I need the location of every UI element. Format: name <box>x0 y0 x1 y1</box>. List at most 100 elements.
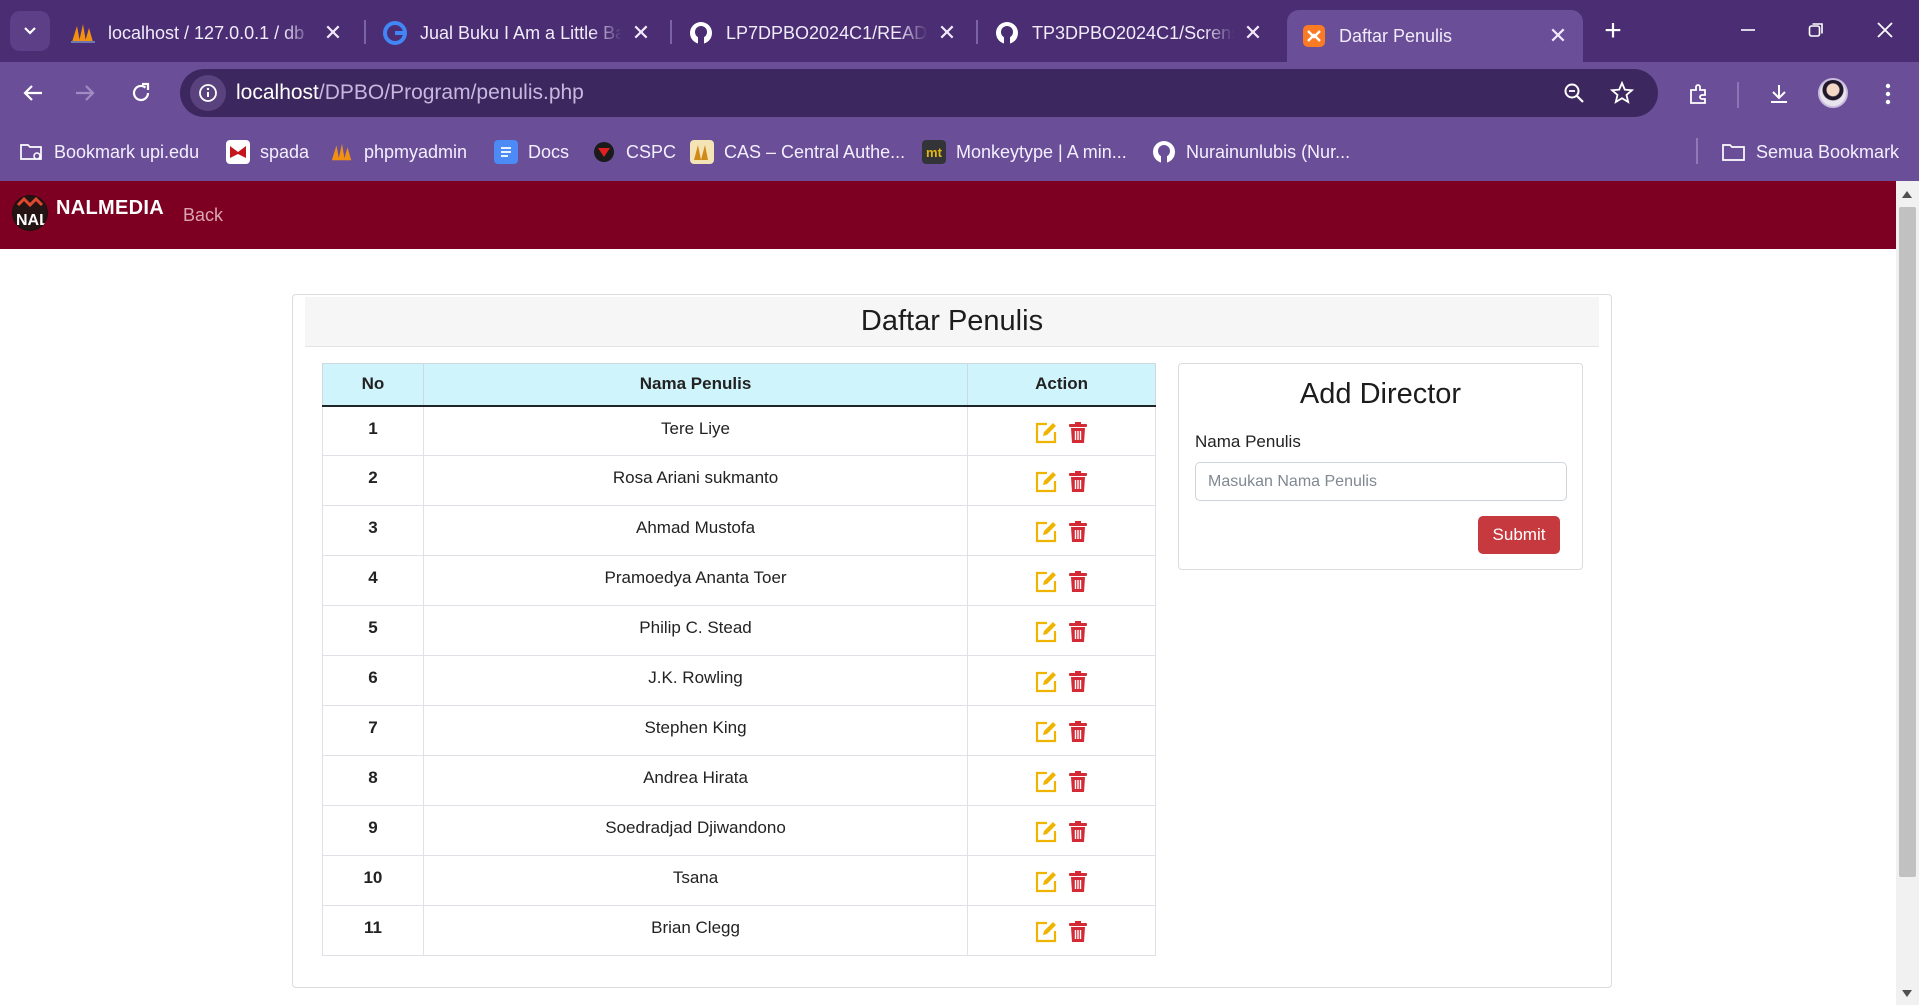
bookmark-label: Bookmark upi.edu <box>54 141 200 162</box>
page-scrollbar[interactable] <box>1896 181 1919 1005</box>
close-icon[interactable]: ✕ <box>630 20 652 45</box>
profile-avatar[interactable] <box>1818 78 1848 108</box>
scrollbar-thumb[interactable] <box>1899 207 1916 877</box>
plus-icon: + <box>1604 14 1622 47</box>
xampp-icon <box>1301 23 1327 49</box>
monkeytype-icon: mt <box>922 140 946 164</box>
tab-title: Jual Buku I Am a Little Ba <box>420 22 622 43</box>
trash-icon[interactable] <box>1066 720 1090 744</box>
tab-daftar-penulis[interactable]: Daftar Penulis ✕ <box>1287 10 1583 62</box>
table-row: 9 Soedradjad Djiwandono <box>322 805 1156 856</box>
submit-button[interactable]: Submit <box>1478 516 1560 554</box>
table-row: 8 Andrea Hirata <box>322 755 1156 806</box>
tab-title: Daftar Penulis <box>1339 25 1453 46</box>
downloads-button[interactable] <box>1759 74 1799 114</box>
minimize-button[interactable] <box>1714 10 1782 50</box>
bookmark-cspc[interactable]: CSPC <box>592 138 676 166</box>
trash-icon[interactable] <box>1066 670 1090 694</box>
edit-icon[interactable] <box>1034 470 1058 494</box>
back-button[interactable] <box>12 72 54 114</box>
penulis-table: No Nama Penulis Action 1 Tere Liye 2 Rosa A… <box>322 363 1156 956</box>
arrow-right-icon <box>76 85 95 101</box>
row-number: 1 <box>322 405 424 456</box>
tab-strip: localhost / 127.0.0.1 / db ✕ Jual Buku I… <box>0 0 1919 62</box>
edit-icon[interactable] <box>1034 820 1058 844</box>
bookmark-label: Monkeytype | A min... <box>956 141 1127 162</box>
row-nama-penulis: Ahmad Mustofa <box>422 505 969 556</box>
edit-icon[interactable] <box>1034 620 1058 644</box>
edit-icon[interactable] <box>1034 770 1058 794</box>
browser-toolbar: localhost/DPBO/Program/penulis.php <box>0 62 1919 124</box>
reload-button[interactable] <box>120 72 162 114</box>
row-nama-penulis: Stephen King <box>422 705 969 756</box>
forward-button[interactable] <box>64 72 106 114</box>
edit-icon[interactable] <box>1034 720 1058 744</box>
bookmark-star-button[interactable] <box>1606 77 1638 109</box>
phpmyadmin-icon <box>70 20 96 46</box>
new-tab-button[interactable]: + <box>1593 14 1633 48</box>
scroll-up-icon[interactable] <box>1902 191 1912 198</box>
menu-button[interactable] <box>1868 74 1908 114</box>
row-nama-penulis: Rosa Ariani sukmanto <box>422 455 969 506</box>
window-close-button[interactable] <box>1851 10 1919 50</box>
extensions-button[interactable] <box>1679 74 1719 114</box>
table-row: 4 Pramoedya Ananta Toer <box>322 555 1156 606</box>
bookmark-spada[interactable]: spada <box>226 138 309 166</box>
table-row: 5 Philip C. Stead <box>322 605 1156 656</box>
edit-icon[interactable] <box>1034 570 1058 594</box>
close-icon[interactable]: ✕ <box>936 20 958 45</box>
row-actions <box>967 805 1156 856</box>
address-bar[interactable]: localhost/DPBO/Program/penulis.php <box>180 69 1658 117</box>
url-text[interactable]: localhost/DPBO/Program/penulis.php <box>236 81 584 105</box>
add-form-card: Add Director Nama Penulis Submit <box>1178 363 1583 570</box>
bookmark-docs[interactable]: Docs <box>494 138 569 166</box>
bookmark-github[interactable]: Nurainunlubis (Nur... <box>1152 138 1350 166</box>
table-body: 1 Tere Liye 2 Rosa Ariani sukmanto 3 Ahmad Mu… <box>322 405 1156 956</box>
bookmark-cas[interactable]: CAS – Central Authe... <box>690 138 905 166</box>
row-actions <box>967 505 1156 556</box>
brand[interactable]: NAL NALMEDIA <box>12 195 164 231</box>
tab-search-button[interactable] <box>10 11 50 51</box>
edit-icon[interactable] <box>1034 520 1058 544</box>
zoom-button[interactable] <box>1558 77 1590 109</box>
trash-icon[interactable] <box>1066 470 1090 494</box>
trash-icon[interactable] <box>1066 770 1090 794</box>
trash-icon[interactable] <box>1066 820 1090 844</box>
close-icon[interactable]: ✕ <box>1242 20 1264 45</box>
spada-icon <box>226 140 250 164</box>
restore-button[interactable] <box>1782 10 1850 50</box>
row-number: 2 <box>322 455 424 506</box>
column-header-nama: Nama Penulis <box>422 363 969 407</box>
trash-icon[interactable] <box>1066 920 1090 944</box>
edit-icon[interactable] <box>1034 421 1058 445</box>
edit-icon[interactable] <box>1034 870 1058 894</box>
table-row: 10 Tsana <box>322 855 1156 906</box>
row-number: 10 <box>322 855 424 906</box>
back-link[interactable]: Back <box>183 205 223 226</box>
nama-penulis-input[interactable] <box>1195 462 1567 501</box>
close-icon[interactable]: ✕ <box>1547 23 1569 48</box>
trash-icon[interactable] <box>1066 570 1090 594</box>
table-row: 11 Brian Clegg <box>322 905 1156 956</box>
bookmark-phpmyadmin[interactable]: phpmyadmin <box>330 138 467 166</box>
edit-icon[interactable] <box>1034 670 1058 694</box>
trash-icon[interactable] <box>1066 870 1090 894</box>
trash-icon[interactable] <box>1066 520 1090 544</box>
bookmark-label: Nurainunlubis (Nur... <box>1186 141 1351 162</box>
bookmark-monkeytype[interactable]: mt Monkeytype | A min... <box>922 138 1127 166</box>
tab-tp3[interactable]: TP3DPBO2024C1/Screnst ✕ <box>980 10 1278 56</box>
edit-icon[interactable] <box>1034 920 1058 944</box>
table-row: 7 Stephen King <box>322 705 1156 756</box>
tab-lp7[interactable]: LP7DPBO2024C1/READM ✕ <box>674 10 972 56</box>
close-icon[interactable]: ✕ <box>322 20 344 45</box>
tab-phpmyadmin[interactable]: localhost / 127.0.0.1 / db ✕ <box>56 10 358 56</box>
bookmark-upi[interactable]: Bookmark upi.edu <box>20 138 199 166</box>
trash-icon[interactable] <box>1066 421 1090 445</box>
bookmark-label: phpmyadmin <box>364 141 468 162</box>
scroll-down-icon[interactable] <box>1902 990 1912 997</box>
all-bookmarks[interactable]: Semua Bookmark <box>1722 138 1899 166</box>
site-info-button[interactable] <box>190 75 226 111</box>
tab-jual-buku[interactable]: Jual Buku I Am a Little Ba ✕ <box>368 10 666 56</box>
bookmark-label: Docs <box>528 141 570 162</box>
trash-icon[interactable] <box>1066 620 1090 644</box>
